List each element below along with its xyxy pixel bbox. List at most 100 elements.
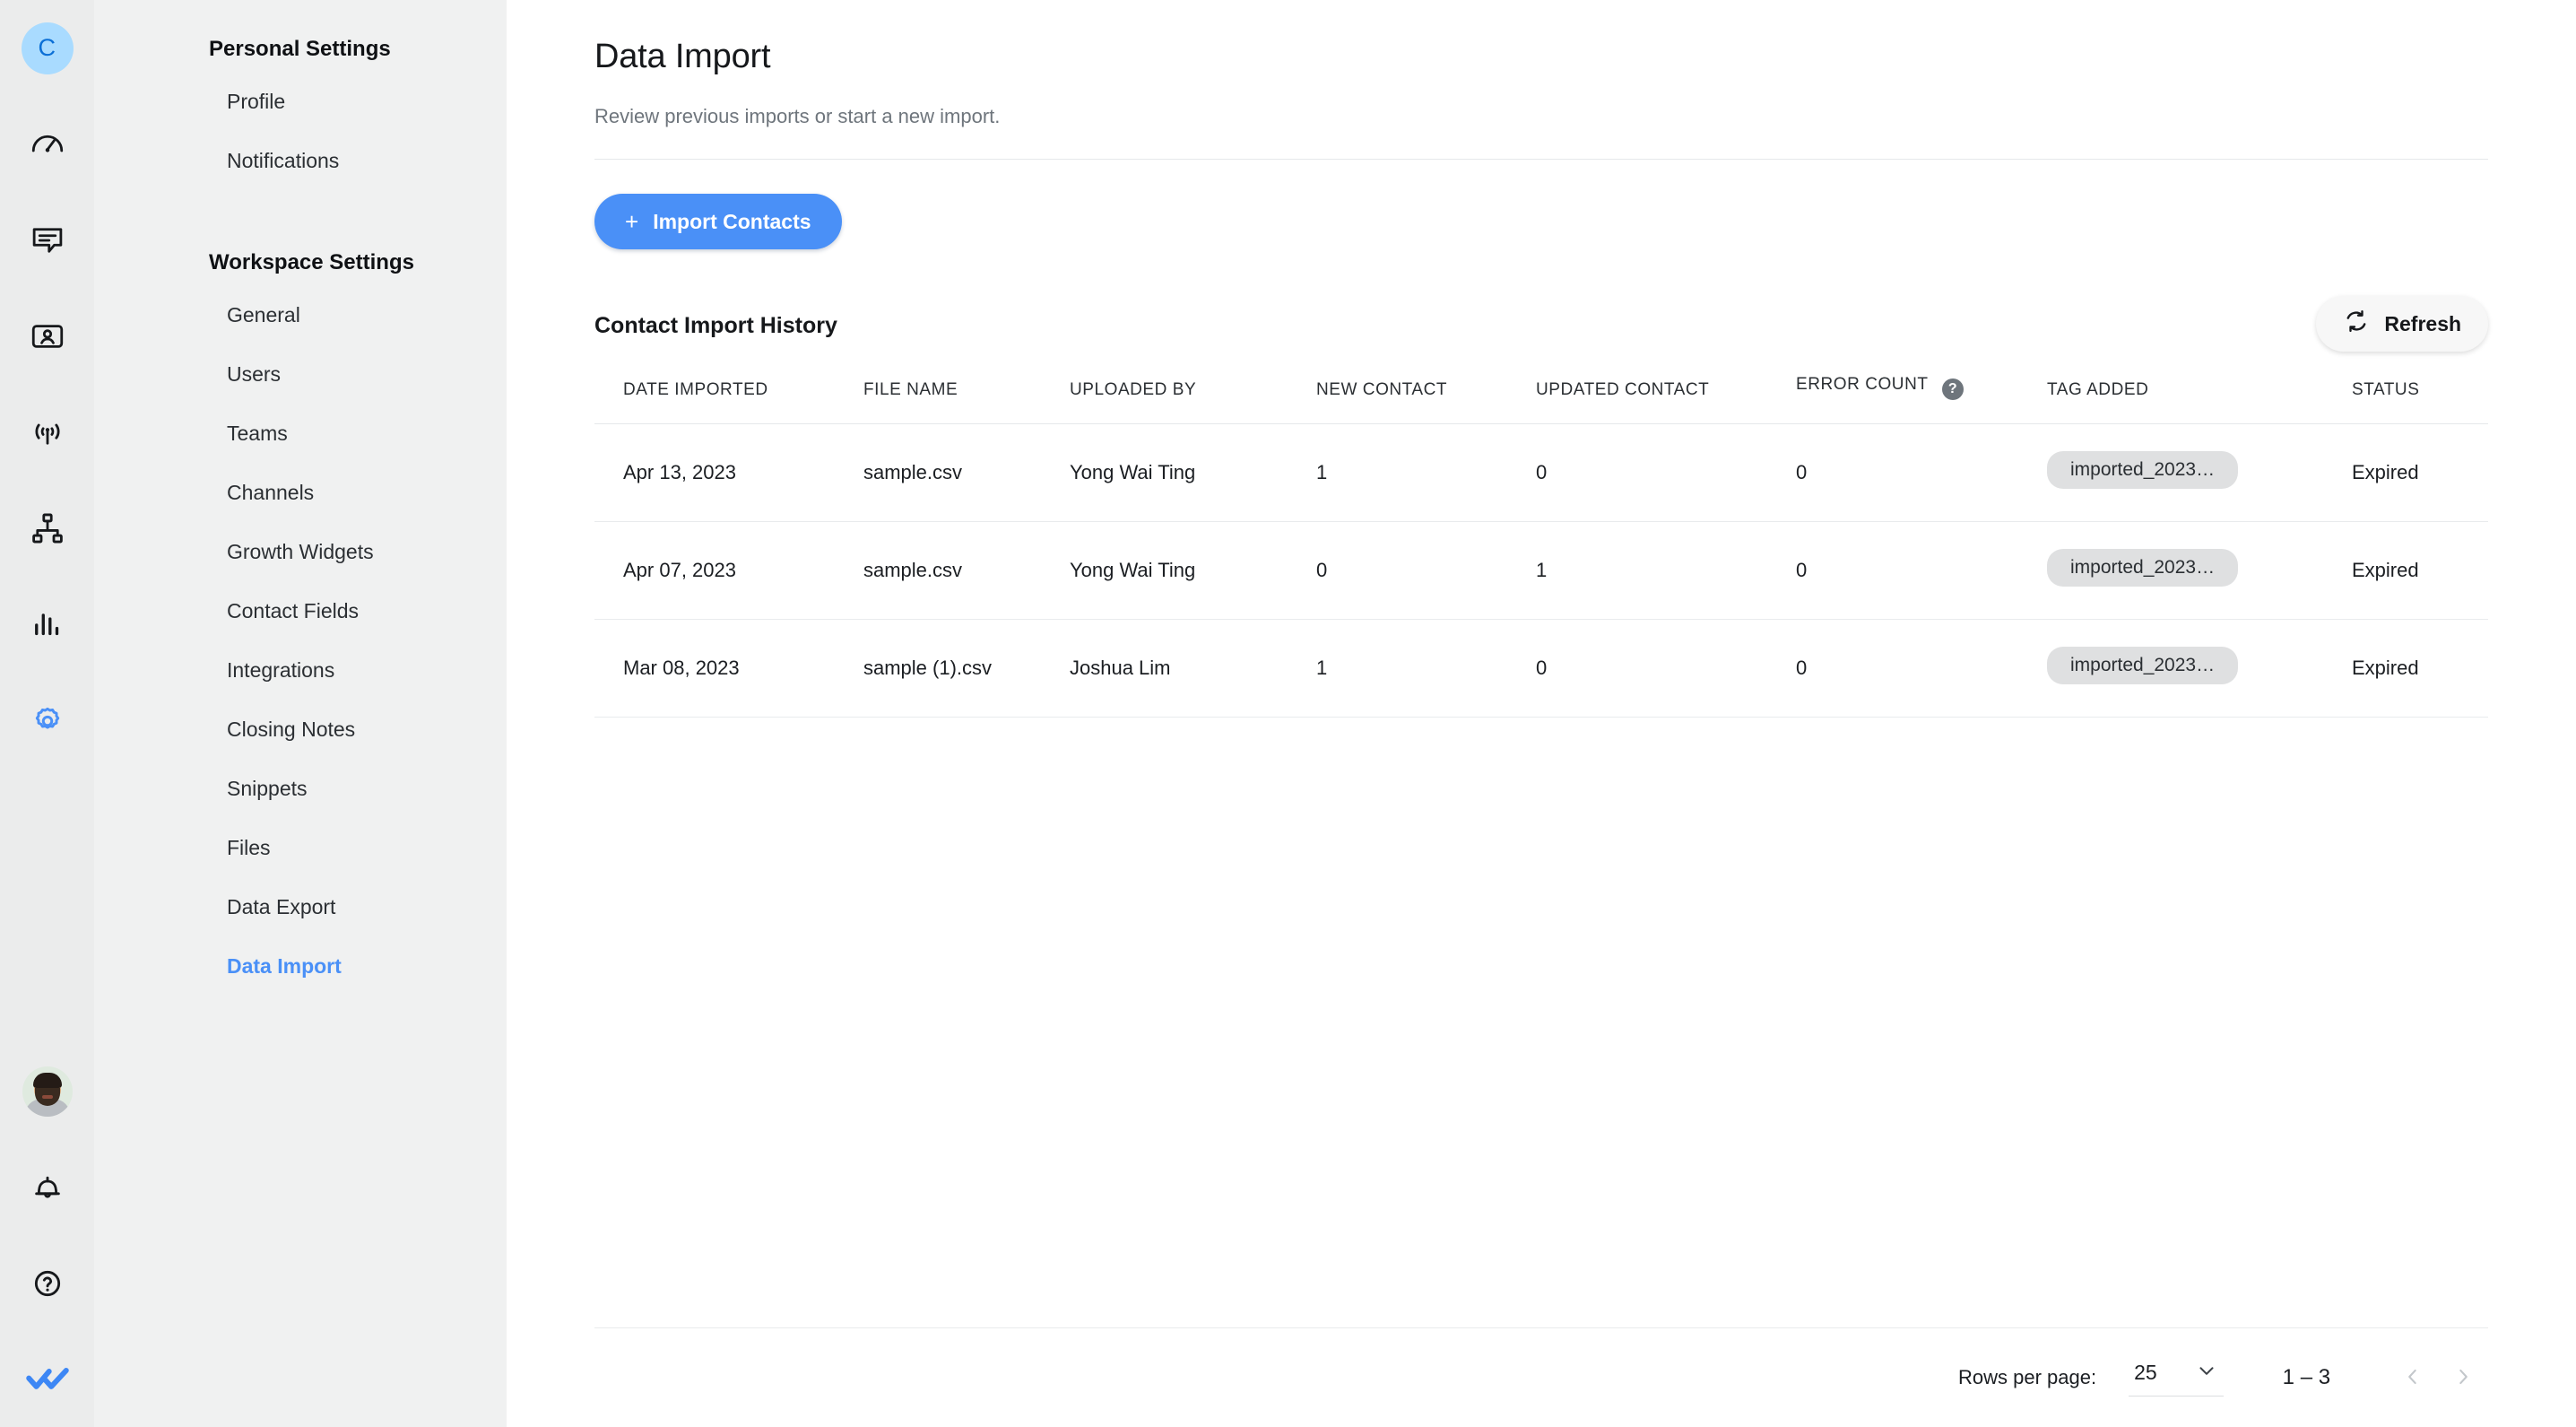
cell-updated-contact: 0 [1536,423,1796,522]
analytics-bars-icon [29,605,66,643]
sidebar-section-title-personal: Personal Settings [209,37,391,61]
rail-item-help[interactable] [0,1235,94,1331]
cell-tag-added: imported_2023… [2047,423,2352,522]
chevron-right-icon [2451,1365,2475,1391]
sidebar-item-snippets[interactable]: Snippets [94,759,507,818]
sidebar-item-teams[interactable]: Teams [94,404,507,463]
previous-page-button[interactable] [2388,1353,2438,1403]
help-question-icon [30,1266,65,1301]
cell-file-name: sample (1).csv [863,619,1070,718]
rail-item-notifications[interactable] [0,1139,94,1235]
cell-uploaded-by: Yong Wai Ting [1070,521,1316,620]
chevron-left-icon [2401,1365,2424,1391]
cell-error-count: 0 [1796,423,2047,522]
column-header-uploaded-by[interactable]: UPLOADED BY [1070,375,1316,424]
cell-updated-contact: 0 [1536,619,1796,718]
sidebar-item-data-import[interactable]: Data Import [94,936,507,996]
tag-pill[interactable]: imported_2023… [2047,549,2239,587]
page-range-label: 1 – 3 [2282,1365,2331,1389]
rail-item-dashboard[interactable] [0,96,94,192]
sidebar-item-data-export[interactable]: Data Export [94,877,507,936]
next-page-button[interactable] [2438,1353,2488,1403]
settings-gear-icon [29,701,66,739]
column-header-date-imported[interactable]: DATE IMPORTED [594,375,863,424]
page-title: Data Import [594,38,771,75]
cell-uploaded-by: Yong Wai Ting [1070,423,1316,522]
contacts-card-icon [29,318,66,355]
page-subtitle: Review previous imports or start a new i… [594,105,1001,127]
rows-per-page-select[interactable]: 25 [2129,1359,2224,1397]
cell-status: Expired [2352,423,2489,522]
sidebar-item-closing-notes[interactable]: Closing Notes [94,700,507,759]
cell-tag-added: imported_2023… [2047,521,2352,620]
workspace-switcher[interactable]: C [0,0,94,96]
cell-date-imported: Apr 13, 2023 [594,423,863,522]
column-header-error-count-label: ERROR COUNT [1796,375,1929,394]
sidebar-item-general[interactable]: General [94,285,507,344]
cell-status: Expired [2352,619,2489,718]
chevron-down-icon [2195,1359,2218,1387]
column-header-file-name[interactable]: FILE NAME [863,375,1070,424]
rail-item-reports[interactable] [0,576,94,672]
dashboard-speedometer-icon [29,126,66,163]
main-content: Data Import Review previous imports or s… [507,0,2576,1427]
rail-item-messages[interactable] [0,192,94,288]
table-row[interactable]: Apr 07, 2023 sample.csv Yong Wai Ting 0 … [594,521,2489,620]
tag-pill[interactable]: imported_2023… [2047,647,2239,684]
table-row[interactable]: Mar 08, 2023 sample (1).csv Joshua Lim 1… [594,619,2489,718]
error-count-help-icon[interactable]: ? [1942,379,1964,400]
import-contacts-button[interactable]: + Import Contacts [594,194,842,249]
sidebar-item-notifications[interactable]: Notifications [94,131,507,190]
app-root: C Personal Settings Profile Notification… [0,0,2576,1427]
column-header-tag-added[interactable]: TAG ADDED [2047,375,2352,424]
rows-per-page-label: Rows per page: [1957,1366,2097,1388]
sidebar-item-files[interactable]: Files [94,818,507,877]
cell-new-contact: 0 [1316,521,1536,620]
rows-per-page-value: 25 [2134,1361,2157,1384]
user-avatar-photo [22,1066,73,1117]
column-header-updated-contact[interactable]: UPDATED CONTACT [1536,375,1796,424]
rail-top-group: C [0,0,94,768]
table-head: DATE IMPORTED FILE NAME UPLOADED BY NEW … [594,375,2489,424]
primary-icon-rail: C [0,0,94,1427]
rail-item-user-profile[interactable] [0,1043,94,1139]
tag-pill[interactable]: imported_2023… [2047,451,2239,489]
sidebar-item-contact-fields[interactable]: Contact Fields [94,581,507,640]
rail-item-workflows[interactable] [0,480,94,576]
cell-new-contact: 1 [1316,423,1536,522]
refresh-button[interactable]: Refresh [2316,296,2489,352]
column-header-status[interactable]: STATUS [2352,375,2489,424]
refresh-icon [2343,308,2370,340]
rail-bottom-group [0,1043,94,1427]
rail-item-contacts[interactable] [0,288,94,384]
chat-message-icon [29,222,66,259]
sidebar-item-integrations[interactable]: Integrations [94,640,507,700]
cell-file-name: sample.csv [863,423,1070,522]
workspace-initial-avatar: C [21,22,74,74]
refresh-label: Refresh [2384,311,2462,335]
rail-item-settings[interactable] [0,672,94,768]
table-row[interactable]: Apr 13, 2023 sample.csv Yong Wai Ting 1 … [594,423,2489,522]
pagination-controls: Rows per page: 25 1 – 3 [594,1328,2488,1427]
settings-sidebar: Personal Settings Profile Notifications … [94,0,507,1427]
cell-updated-contact: 1 [1536,521,1796,620]
column-header-error-count[interactable]: ERROR COUNT ? [1796,375,2047,424]
sidebar-item-channels[interactable]: Channels [94,463,507,522]
cell-new-contact: 1 [1316,619,1536,718]
cell-tag-added: imported_2023… [2047,619,2352,718]
cell-file-name: sample.csv [863,521,1070,620]
broadcast-icon [29,413,66,451]
cell-uploaded-by: Joshua Lim [1070,619,1316,718]
cell-error-count: 0 [1796,521,2047,620]
rail-item-broadcast[interactable] [0,384,94,480]
column-header-new-contact[interactable]: NEW CONTACT [1316,375,1536,424]
plus-icon: + [625,208,639,235]
table-body: Apr 13, 2023 sample.csv Yong Wai Ting 1 … [594,423,2489,718]
header-divider [594,159,2489,160]
cell-date-imported: Mar 08, 2023 [594,619,863,718]
rail-item-brand-logo[interactable] [0,1331,94,1427]
sidebar-item-users[interactable]: Users [94,344,507,404]
notification-bell-icon [30,1170,65,1205]
sidebar-item-profile[interactable]: Profile [94,72,507,131]
sidebar-item-growth-widgets[interactable]: Growth Widgets [94,522,507,581]
